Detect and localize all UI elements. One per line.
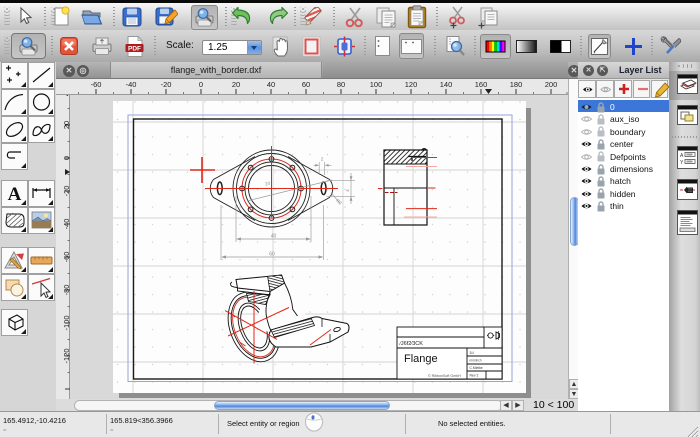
svg-text:200: 200 bbox=[545, 80, 558, 89]
svg-text:A: A bbox=[8, 184, 22, 205]
svg-text:120: 120 bbox=[405, 80, 418, 89]
svg-text:0: 0 bbox=[199, 80, 203, 89]
svg-text:⁄J6f2⁄3CK: ⁄J6f2⁄3CK bbox=[398, 341, 423, 347]
svg-text:20: 20 bbox=[232, 80, 240, 89]
svg-text:PDF: PDF bbox=[128, 45, 141, 52]
svg-text:-60: -60 bbox=[91, 80, 102, 89]
svg-text:100: 100 bbox=[370, 80, 383, 89]
svg-text:160: 160 bbox=[475, 80, 488, 89]
svg-text:A: A bbox=[680, 153, 684, 159]
svg-text:40: 40 bbox=[267, 80, 275, 89]
svg-text:© RibbonSoft GmbH: © RibbonSoft GmbH bbox=[428, 374, 461, 378]
svg-text:180: 180 bbox=[510, 80, 523, 89]
svg-text:Rev 2: Rev 2 bbox=[470, 374, 479, 378]
svg-text:Flange: Flange bbox=[404, 353, 438, 365]
svg-text:80: 80 bbox=[337, 80, 345, 89]
svg-text:140: 140 bbox=[440, 80, 453, 89]
svg-text:40: 40 bbox=[271, 234, 277, 240]
svg-text:-40: -40 bbox=[126, 80, 137, 89]
svg-text:3/4: 3/4 bbox=[470, 351, 475, 355]
svg-text:mm/inch: mm/inch bbox=[470, 359, 482, 363]
svg-text:-20: -20 bbox=[161, 80, 172, 89]
svg-text:40: 40 bbox=[62, 95, 70, 96]
svg-text:60: 60 bbox=[269, 252, 275, 258]
svg-text:C.Mielke: C.Mielke bbox=[470, 366, 483, 370]
svg-text:Y: Y bbox=[680, 160, 684, 166]
svg-text:60: 60 bbox=[302, 80, 310, 89]
